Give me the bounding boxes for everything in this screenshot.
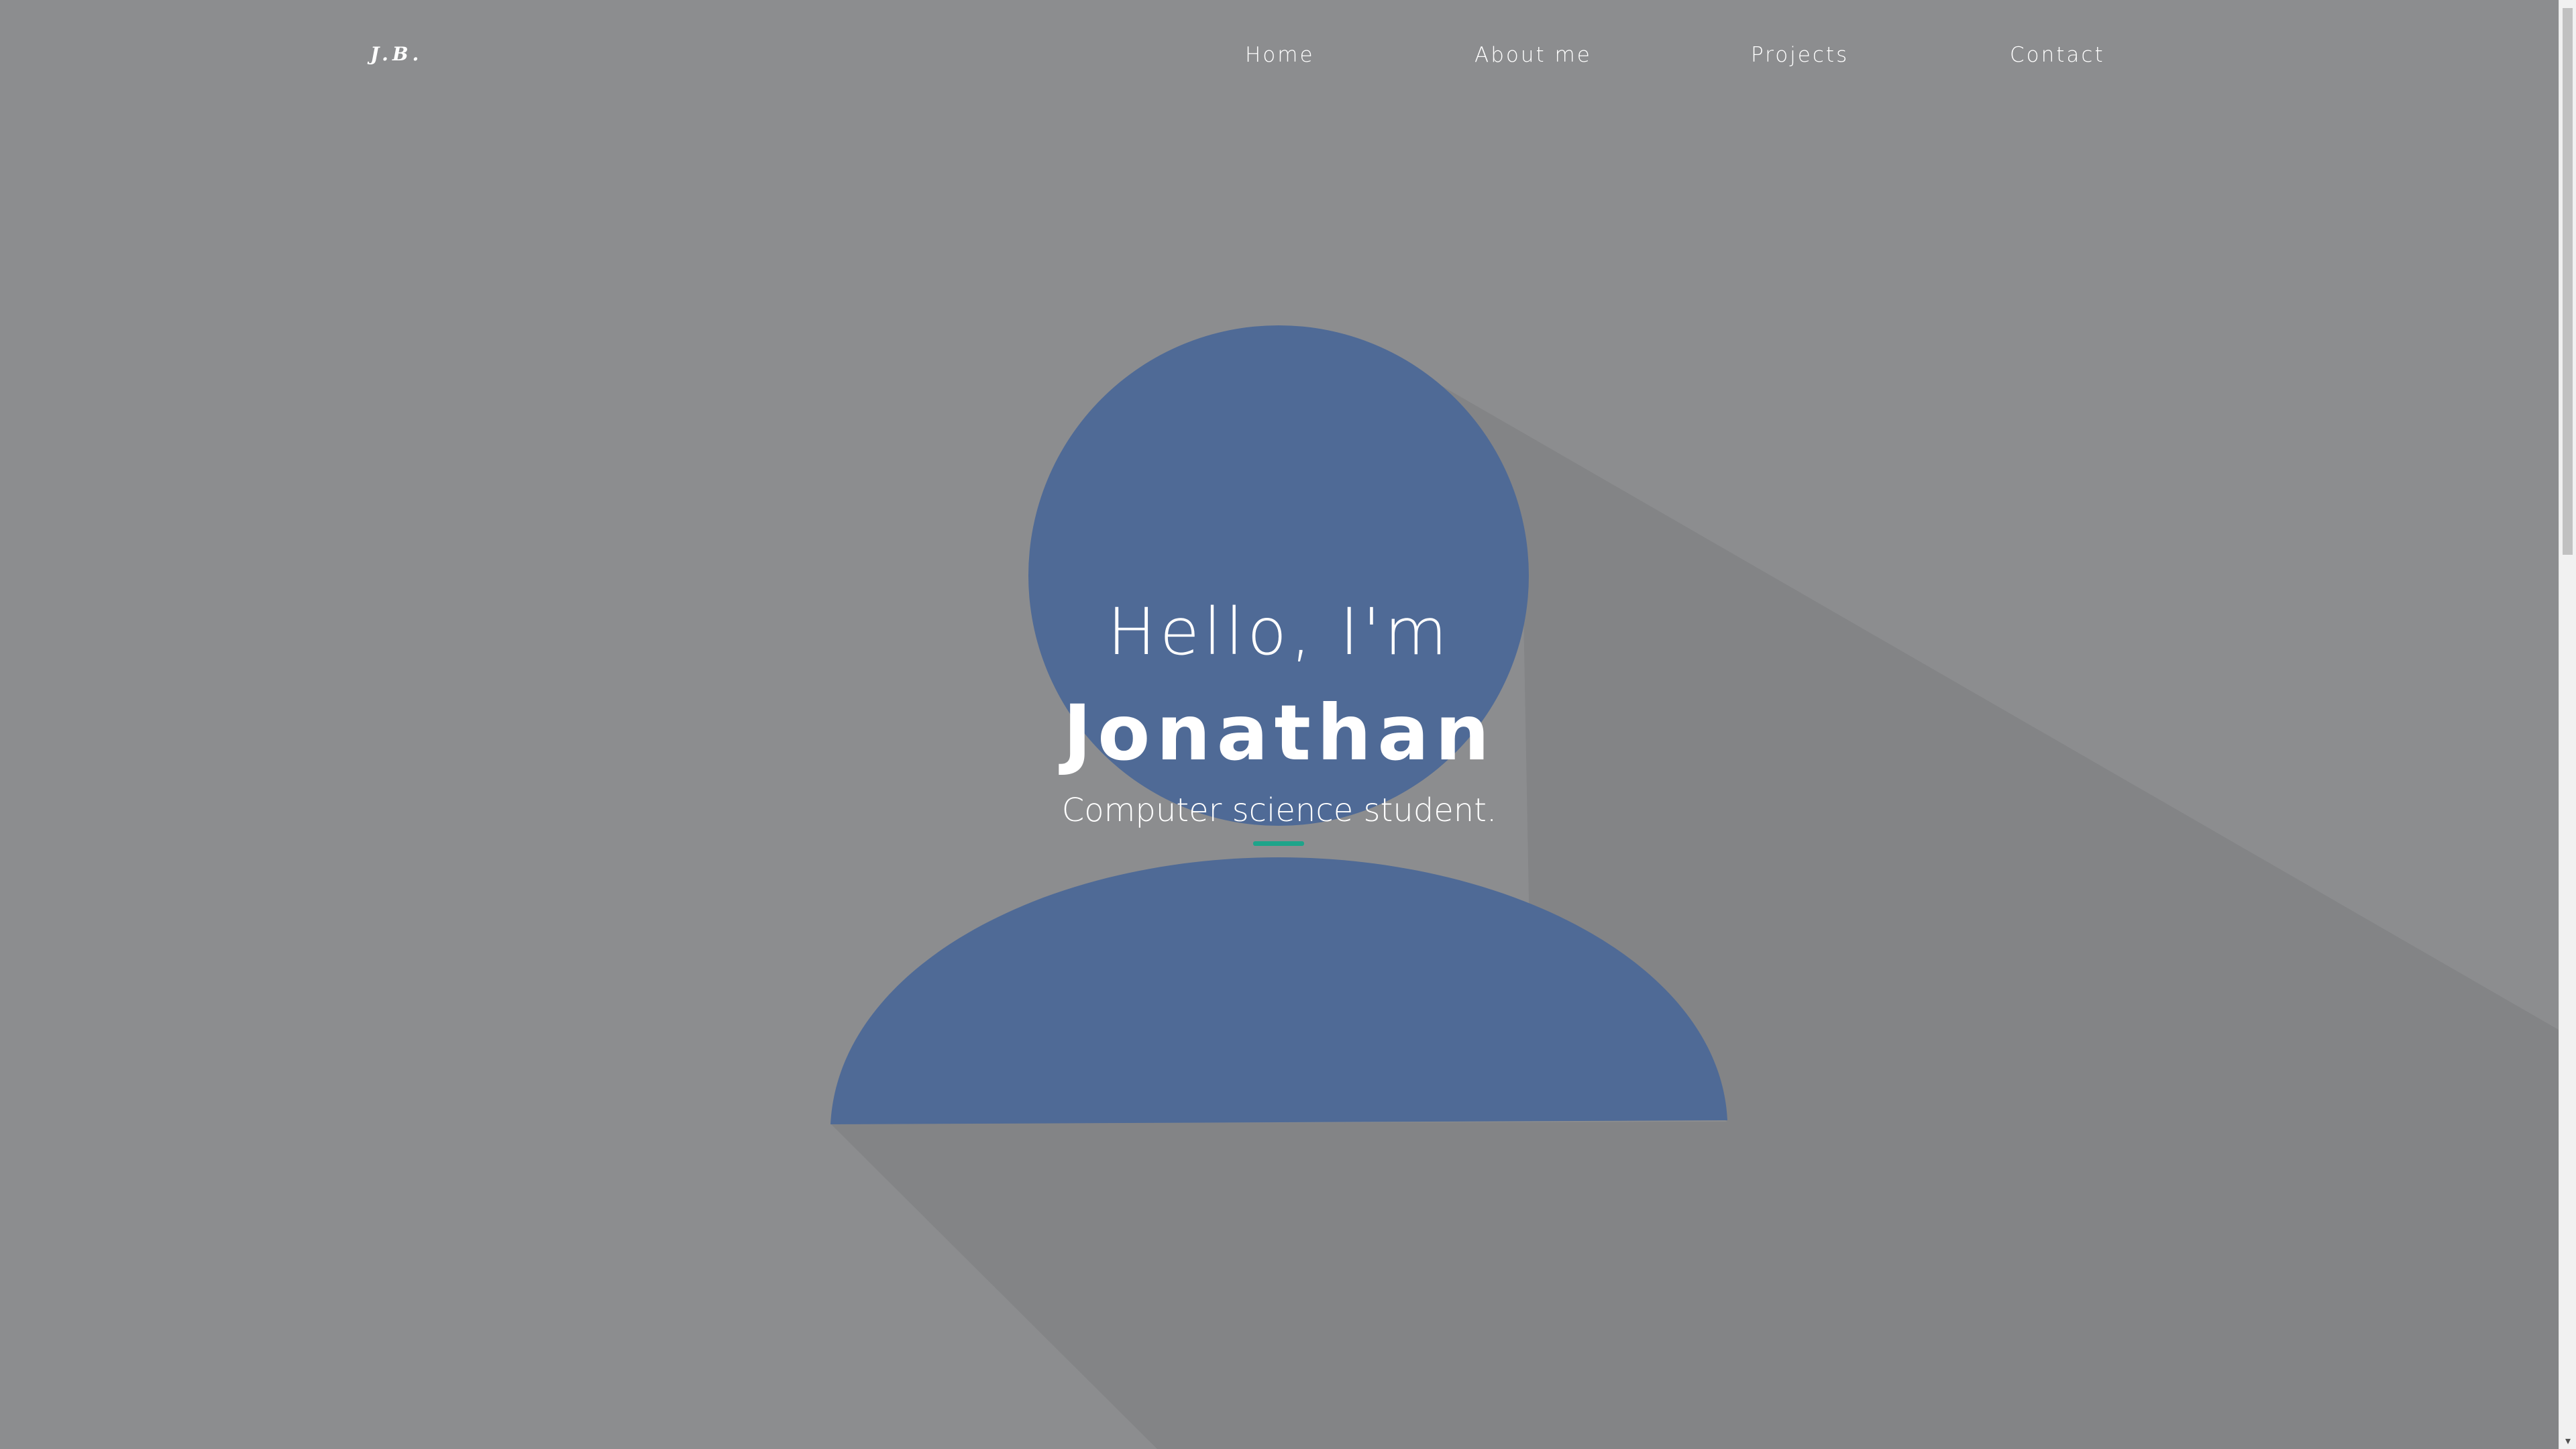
nav-contact-link[interactable]: Contact bbox=[2010, 43, 2105, 67]
page-scrollbar[interactable]: ▾ bbox=[2559, 0, 2576, 1449]
accent-underline bbox=[1253, 841, 1304, 846]
hero-name: Jonathan bbox=[1063, 688, 1496, 777]
hero-greeting: Hello, I'm bbox=[1107, 594, 1452, 669]
page: J.B. Home About me Projects Contact Hell… bbox=[0, 0, 2559, 1449]
nav-home-link[interactable]: Home bbox=[1245, 43, 1315, 67]
scroll-down-arrow-icon[interactable]: ▾ bbox=[2559, 1433, 2576, 1449]
hero-tagline: Computer science student. bbox=[1061, 792, 1497, 829]
main-nav: Home About me Projects Contact bbox=[0, 43, 2559, 72]
scrollbar-thumb[interactable] bbox=[2563, 8, 2573, 555]
nav-projects-link[interactable]: Projects bbox=[1751, 43, 1849, 67]
nav-about-link[interactable]: About me bbox=[1474, 43, 1592, 67]
